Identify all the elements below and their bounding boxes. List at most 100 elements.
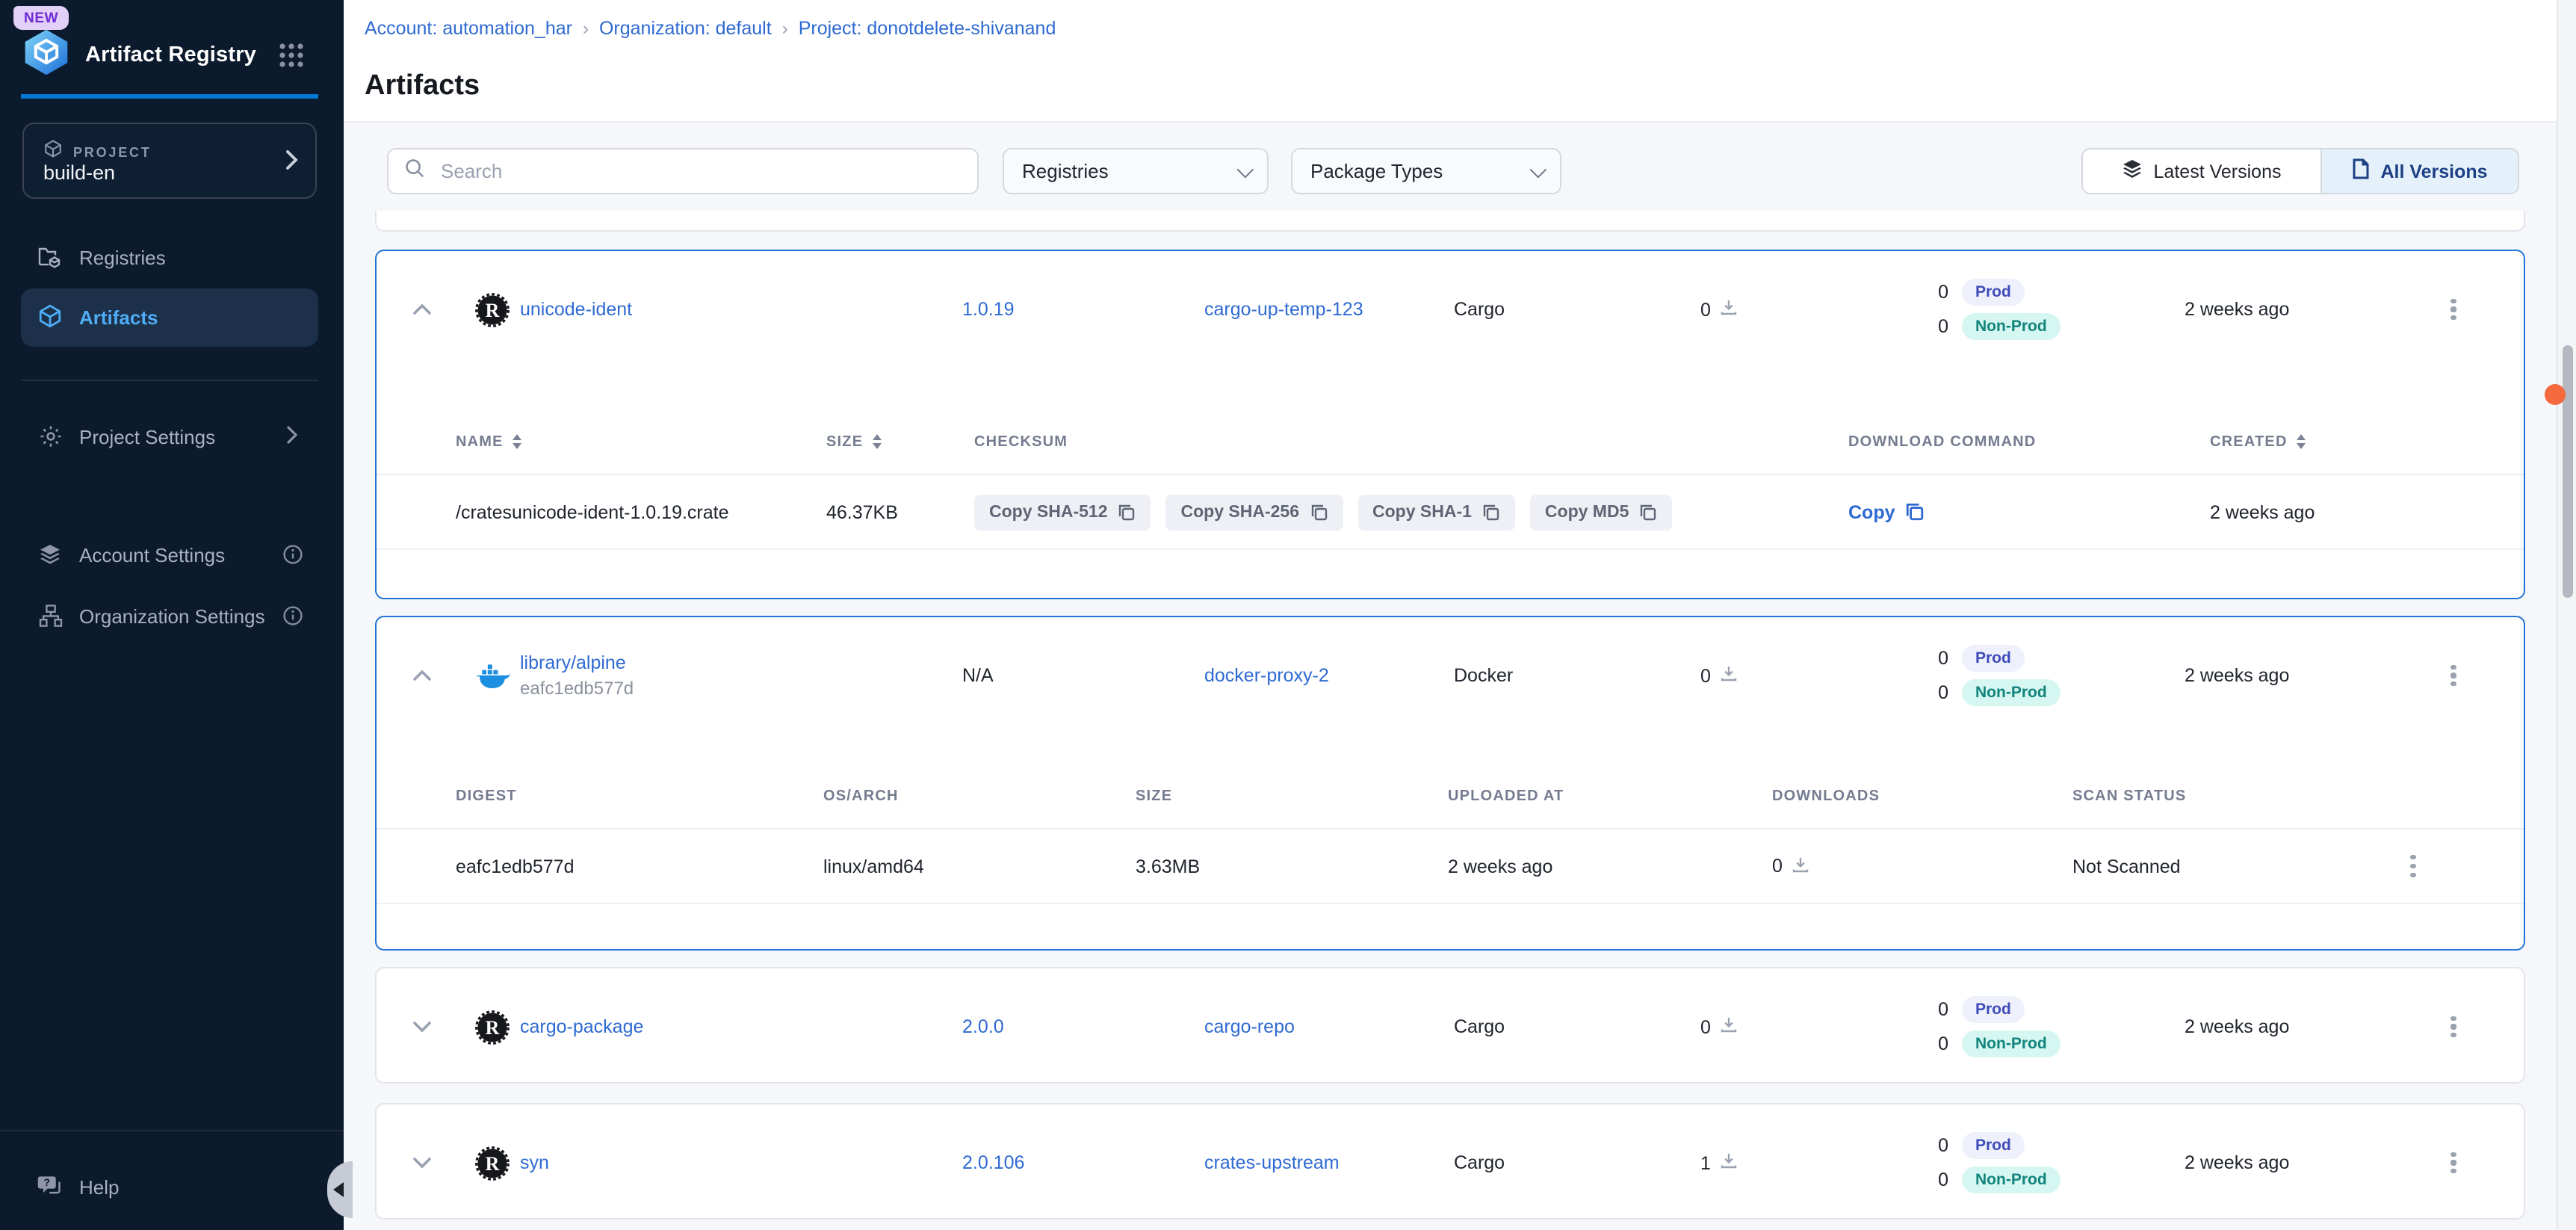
artifact-version-link[interactable]: 2.0.106 — [962, 1152, 1024, 1173]
sidebar-item-label: Registries — [79, 246, 166, 268]
prod-badge: Prod — [1962, 645, 2025, 672]
copy-sha256-button[interactable]: Copy SHA-256 — [1166, 494, 1343, 530]
rust-icon: R — [475, 1145, 511, 1181]
project-selector[interactable]: PROJECT build-en — [22, 123, 317, 199]
breadcrumb-project-link[interactable]: Project: donotdelete-shivanand — [799, 18, 1056, 39]
search-box — [387, 148, 979, 194]
digest-os-arch: linux/amd64 — [823, 856, 924, 877]
artifact-repository-link[interactable]: crates-upstream — [1204, 1152, 1340, 1173]
sidebar-item-organization-settings[interactable]: Organization Settings — [0, 586, 344, 646]
copy-download-command-button[interactable]: Copy — [1848, 501, 1925, 522]
kebab-menu-icon[interactable] — [2442, 1149, 2465, 1176]
all-versions-button[interactable]: All Versions — [2322, 149, 2518, 193]
svg-text:R: R — [486, 1152, 500, 1174]
chevron-up-icon[interactable] — [412, 300, 436, 318]
main-content: Account: automation_har › Organization: … — [344, 0, 2576, 1230]
checksum-buttons: Copy SHA-512 Copy SHA-256 Copy SHA-1 — [974, 494, 1672, 530]
search-input[interactable] — [438, 158, 962, 184]
nonprod-badge: Non-Prod — [1962, 313, 2061, 340]
svg-text:?: ? — [43, 1177, 50, 1189]
rust-icon: R — [475, 291, 511, 327]
package-types-filter-dropdown[interactable]: Package Types — [1291, 148, 1561, 194]
column-header-download-command: DOWNLOAD COMMAND — [1848, 433, 2036, 450]
sidebar-item-label: Project Settings — [79, 425, 215, 448]
column-header-os-arch: OS/ARCH — [823, 788, 899, 804]
scrollbar-thumb[interactable] — [2562, 345, 2572, 598]
document-icon — [2352, 158, 2370, 184]
download-icon — [1720, 298, 1738, 321]
downloads-count: 0 — [1700, 299, 1711, 320]
prod-badge: Prod — [1962, 1132, 2025, 1159]
sort-icon — [2297, 434, 2306, 449]
guide-marker-dot[interactable] — [2545, 384, 2566, 405]
sidebar-item-account-settings[interactable]: Account Settings — [0, 525, 344, 584]
copy-sha1-button[interactable]: Copy SHA-1 — [1357, 494, 1515, 530]
column-header-created[interactable]: CREATED — [2210, 433, 2306, 450]
sort-icon — [513, 434, 521, 449]
chevron-down-icon[interactable] — [412, 1154, 436, 1172]
sidebar-item-label: Organization Settings — [79, 605, 265, 627]
all-versions-label: All Versions — [2380, 161, 2487, 182]
artifact-card-unicode-ident: R unicode-ident 1.0.19 cargo-up-temp-123… — [375, 250, 2525, 599]
chevron-up-icon[interactable] — [412, 667, 436, 684]
help-chat-icon: ? — [37, 1175, 63, 1199]
nonprod-badge: Non-Prod — [1962, 1030, 2061, 1057]
digest-link[interactable]: eafc1edb577d — [456, 856, 575, 877]
column-header-name[interactable]: NAME — [456, 433, 521, 450]
kebab-menu-icon[interactable] — [2442, 662, 2465, 689]
layers-gear-icon — [37, 543, 63, 566]
artifact-created: 2 weeks ago — [2185, 1016, 2289, 1037]
column-header-size[interactable]: SIZE — [826, 433, 881, 450]
artifact-registry-app: NEW Artifact Registry — [0, 0, 2576, 1230]
prod-badge: Prod — [1962, 279, 2025, 306]
registries-filter-dropdown[interactable]: Registries — [1003, 148, 1269, 194]
sidebar-item-registries[interactable]: Registries — [0, 227, 344, 287]
chevron-down-icon[interactable] — [412, 1018, 436, 1036]
files-table: NAME SIZE CHECKSUM DOWNLOAD COMMAND CR — [377, 410, 2524, 550]
sidebar-item-help[interactable]: ? Help — [0, 1157, 344, 1217]
chevron-right-icon — [287, 425, 297, 448]
copy-md5-button[interactable]: Copy MD5 — [1530, 494, 1672, 530]
kebab-menu-icon[interactable] — [2401, 853, 2425, 880]
module-grid-icon[interactable] — [278, 42, 305, 69]
versions-toggle-group: Latest Versions All Versions — [2081, 148, 2519, 194]
artifact-downloads: 0 — [1700, 298, 1738, 321]
artifact-name-link[interactable]: syn — [520, 1152, 549, 1173]
latest-versions-button[interactable]: Latest Versions — [2083, 149, 2322, 193]
kebab-menu-icon[interactable] — [2442, 296, 2465, 323]
artifact-created: 2 weeks ago — [2185, 299, 2289, 320]
kebab-menu-icon[interactable] — [2442, 1013, 2465, 1040]
breadcrumb-organization-link[interactable]: Organization: default — [599, 18, 772, 39]
digests-table: DIGEST OS/ARCH SIZE UPLOADED AT DOWNLOAD… — [377, 764, 2524, 904]
sidebar-item-artifacts[interactable]: Artifacts — [21, 288, 318, 347]
artifact-version-link[interactable]: 1.0.19 — [962, 299, 1015, 320]
download-icon — [1720, 664, 1738, 687]
app-title: Artifact Registry — [85, 43, 256, 67]
latest-versions-label: Latest Versions — [2154, 161, 2282, 182]
registries-folder-icon — [37, 245, 63, 269]
registries-filter-label: Registries — [1022, 160, 1109, 182]
download-icon — [1792, 855, 1809, 877]
breadcrumb-account-link[interactable]: Account: automation_har — [365, 18, 572, 39]
artifact-downloads: 0 — [1700, 1016, 1738, 1038]
prod-count: 0 — [1931, 282, 1948, 303]
copy-sha512-button[interactable]: Copy SHA-512 — [974, 494, 1151, 530]
vertical-scrollbar[interactable] — [2557, 0, 2576, 1230]
sidebar-item-project-settings[interactable]: Project Settings — [0, 407, 344, 466]
artifact-downloads: 1 — [1700, 1152, 1738, 1174]
info-icon — [282, 605, 303, 626]
artifact-repository-link[interactable]: docker-proxy-2 — [1204, 665, 1329, 686]
column-header-digest: DIGEST — [456, 788, 517, 804]
environment-counts: 0 Prod 0 Non-Prod — [1931, 996, 2061, 1057]
project-selector-value: build-en — [43, 161, 115, 184]
artifact-card-library-alpine: library/alpine eafc1edb577d N/A docker-p… — [375, 616, 2525, 951]
artifact-repository-link[interactable]: cargo-up-temp-123 — [1204, 299, 1363, 320]
artifact-name-link[interactable]: library/alpine — [520, 652, 634, 673]
artifact-name-link[interactable]: cargo-package — [520, 1016, 643, 1037]
chevron-right-icon — [285, 149, 299, 178]
artifact-repository-link[interactable]: cargo-repo — [1204, 1016, 1295, 1037]
sidebar-footer-divider — [0, 1130, 344, 1131]
artifact-name-link[interactable]: unicode-ident — [520, 299, 632, 320]
package-types-filter-label: Package Types — [1310, 160, 1443, 182]
artifact-version-link[interactable]: 2.0.0 — [962, 1016, 1004, 1037]
